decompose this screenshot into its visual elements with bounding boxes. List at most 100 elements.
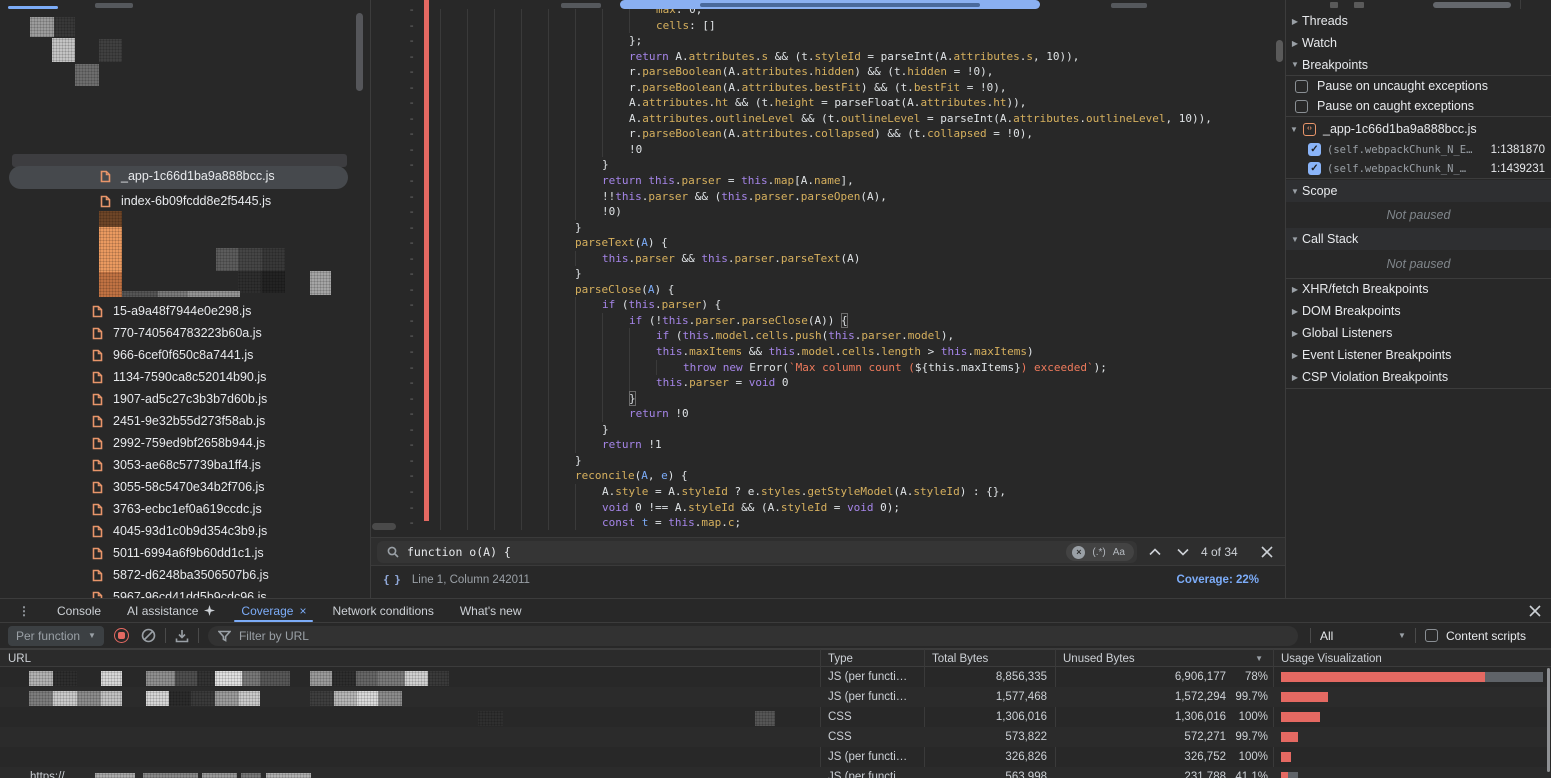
section-watch[interactable]: ▶Watch [1286,32,1551,54]
column-header-total-bytes[interactable]: Total Bytes [924,649,1055,667]
section-breakpoints[interactable]: ▼Breakpoints [1286,54,1551,75]
file-item[interactable]: 3763-ecbc1ef0a619ccdc.js [0,498,370,520]
tab-coverage[interactable]: Coverage× [228,599,319,622]
code-line[interactable]: -r.parseBoolean(A.attributes.collapsed) … [371,126,1285,142]
file-item-selected[interactable]: _app-1c66d1ba9a888bcc.js [9,166,348,189]
section-csp-violation-breakpoints[interactable]: ▶CSP Violation Breakpoints [1286,366,1551,388]
navigator-tabstrip[interactable] [0,0,370,9]
breakpoint-checkbox[interactable]: ✓ [1308,143,1321,156]
code-line[interactable]: -} [371,220,1285,236]
file-item[interactable]: 1907-ad5c27c3b3b7d60b.js [0,388,370,410]
pause-option[interactable]: Pause on caught exceptions [1286,96,1551,116]
code-line[interactable]: -} [371,422,1285,438]
code-line[interactable]: -const t = this.map.c; [371,515,1285,530]
code-line[interactable]: -!0) [371,204,1285,220]
column-header-unused-bytes[interactable]: Unused Bytes▼ [1055,649,1273,667]
breakpoint-checkbox[interactable]: ✓ [1308,162,1321,175]
code-line[interactable]: -A.attributes.ht && (t.height = parseFlo… [371,95,1285,111]
code-line[interactable]: -} [371,266,1285,282]
breakpoint-group[interactable]: ▼‹›_app-1c66d1ba9a888bcc.js [1286,118,1551,140]
section-global-listeners[interactable]: ▶Global Listeners [1286,322,1551,344]
code-line[interactable]: -A.attributes.outlineLevel && (t.outline… [371,111,1285,127]
code-line[interactable]: -throw new Error(`Max column count (${th… [371,360,1285,376]
code-line[interactable]: -return !1 [371,437,1285,453]
next-match-icon[interactable] [1177,548,1189,556]
pause-option[interactable]: Pause on uncaught exceptions [1286,76,1551,96]
editor-tabstrip[interactable] [371,0,1285,9]
code-line[interactable]: -A.style = A.styleId ? e.styles.getStyle… [371,484,1285,500]
pretty-print-icon[interactable]: { } [383,573,400,586]
table-scrollbar[interactable] [1547,668,1550,772]
code-line[interactable]: -!!this.parser && (this.parser.parseOpen… [371,189,1285,205]
code-line[interactable]: -parseText(A) { [371,235,1285,251]
file-item[interactable]: 3055-58c5470e34b2f706.js [0,476,370,498]
file-item[interactable]: index-6b09fcdd8e2f5445.js [0,190,370,212]
code-line[interactable]: -reconcile(A, e) { [371,468,1285,484]
code-line[interactable]: -if (this.parser) { [371,297,1285,313]
code-line[interactable]: -this.parser && this.parser.parseText(A) [371,251,1285,267]
table-row[interactable]: CSS573,822572,27199.7% [0,727,1551,747]
file-item[interactable]: 3053-ae68c57739ba1ff4.js [0,454,370,476]
file-item[interactable]: 4045-93d1c0b9d354c3b9.js [0,520,370,542]
code-line[interactable]: -r.parseBoolean(A.attributes.hidden) && … [371,64,1285,80]
breakpoint-entry[interactable]: ✓(self.webpackChunk_N_…1:1439231 [1286,159,1551,178]
navigator-scrollbar[interactable] [356,13,363,91]
section-xhr-fetch-breakpoints[interactable]: ▶XHR/fetch Breakpoints [1286,278,1551,300]
clear-search-icon[interactable]: × [1072,546,1085,559]
file-item[interactable]: 1134-7590ca8c52014b90.js [0,366,370,388]
breakpoint-entry[interactable]: ✓(self.webpackChunk_N_E…1:1381870 [1286,140,1551,159]
code-editor[interactable]: -max: 0,-cells: []-};-return A.attribute… [371,9,1285,530]
file-item[interactable]: 5011-6994a6f9b60dd1c1.js [0,542,370,564]
code-line[interactable]: -cells: [] [371,18,1285,34]
regex-toggle[interactable]: (.*) [1092,547,1105,558]
breakpoint-location[interactable]: 1:1439231 [1491,163,1545,175]
content-scripts-checkbox[interactable] [1425,629,1438,642]
close-search-icon[interactable] [1261,546,1273,558]
section-scope[interactable]: ▼Scope [1286,180,1551,202]
section-call-stack[interactable]: ▼Call Stack [1286,228,1551,250]
code-line[interactable]: -} [371,391,1285,407]
code-line[interactable]: -this.maxItems && this.model.cells.lengt… [371,344,1285,360]
code-line[interactable]: -!0 [371,142,1285,158]
clear-coverage-icon[interactable] [141,628,156,643]
tab-console[interactable]: Console [44,599,114,622]
search-input[interactable]: function o(A) { × (.*) Aa [377,541,1137,563]
code-line[interactable]: -void 0 !== A.styleId && (A.styleId = vo… [371,500,1285,516]
section-event-listener-breakpoints[interactable]: ▶Event Listener Breakpoints [1286,344,1551,366]
column-header-url[interactable]: URL [0,649,820,667]
coverage-mode-select[interactable]: Per function ▼ [8,626,104,646]
table-row[interactable]: https://JS (per functi…563,998231,78841.… [0,767,1551,778]
exception-checkbox[interactable] [1295,100,1308,113]
type-filter-select[interactable]: All ▼ [1320,629,1406,643]
export-icon[interactable] [175,629,189,643]
file-item[interactable]: 2451-9e32b55d273f58ab.js [0,410,370,432]
column-header-type[interactable]: Type [820,649,924,667]
coverage-percent-link[interactable]: Coverage: 22% [1177,574,1259,586]
file-item[interactable]: 2992-759ed9bf2658b944.js [0,432,370,454]
tab-ai-assistance[interactable]: AI assistance [114,599,228,622]
file-item[interactable]: 5967-96cd41dd5b9cdc96.js [0,586,370,598]
code-line[interactable]: -}; [371,33,1285,49]
code-line[interactable]: -parseClose(A) { [371,282,1285,298]
code-line[interactable]: -if (this.model.cells.push(this.parser.m… [371,328,1285,344]
section-threads[interactable]: ▶Threads [1286,10,1551,32]
close-tab-icon[interactable]: × [299,604,306,618]
filter-by-url-input[interactable]: Filter by URL [208,626,1298,646]
table-row[interactable]: CSS1,306,0161,306,016100% [0,707,1551,727]
file-item[interactable]: 5872-d6248ba3506507b6.js [0,564,370,586]
file-item[interactable]: 966-6cef0f650c8a7441.js [0,344,370,366]
code-line[interactable]: -return A.attributes.s && (t.styleId = p… [371,49,1285,65]
code-line[interactable]: -return !0 [371,406,1285,422]
code-line[interactable]: -return this.parser = this.map[A.name], [371,173,1285,189]
code-line[interactable]: -if (!this.parser.parseClose(A)) { [371,313,1285,329]
previous-match-icon[interactable] [1149,548,1161,556]
record-coverage-button[interactable] [114,628,129,643]
code-line[interactable]: -max: 0, [371,9,1285,18]
code-line[interactable]: -} [371,157,1285,173]
editor-hscrollbar[interactable] [372,523,396,530]
section-dom-breakpoints[interactable]: ▶DOM Breakpoints [1286,300,1551,322]
column-header-usage-visualization[interactable]: Usage Visualization [1273,649,1551,667]
code-line[interactable]: -r.parseBoolean(A.attributes.bestFit) &&… [371,80,1285,96]
code-line[interactable]: -this.parser = void 0 [371,375,1285,391]
editor-vscrollbar[interactable] [1276,40,1283,62]
